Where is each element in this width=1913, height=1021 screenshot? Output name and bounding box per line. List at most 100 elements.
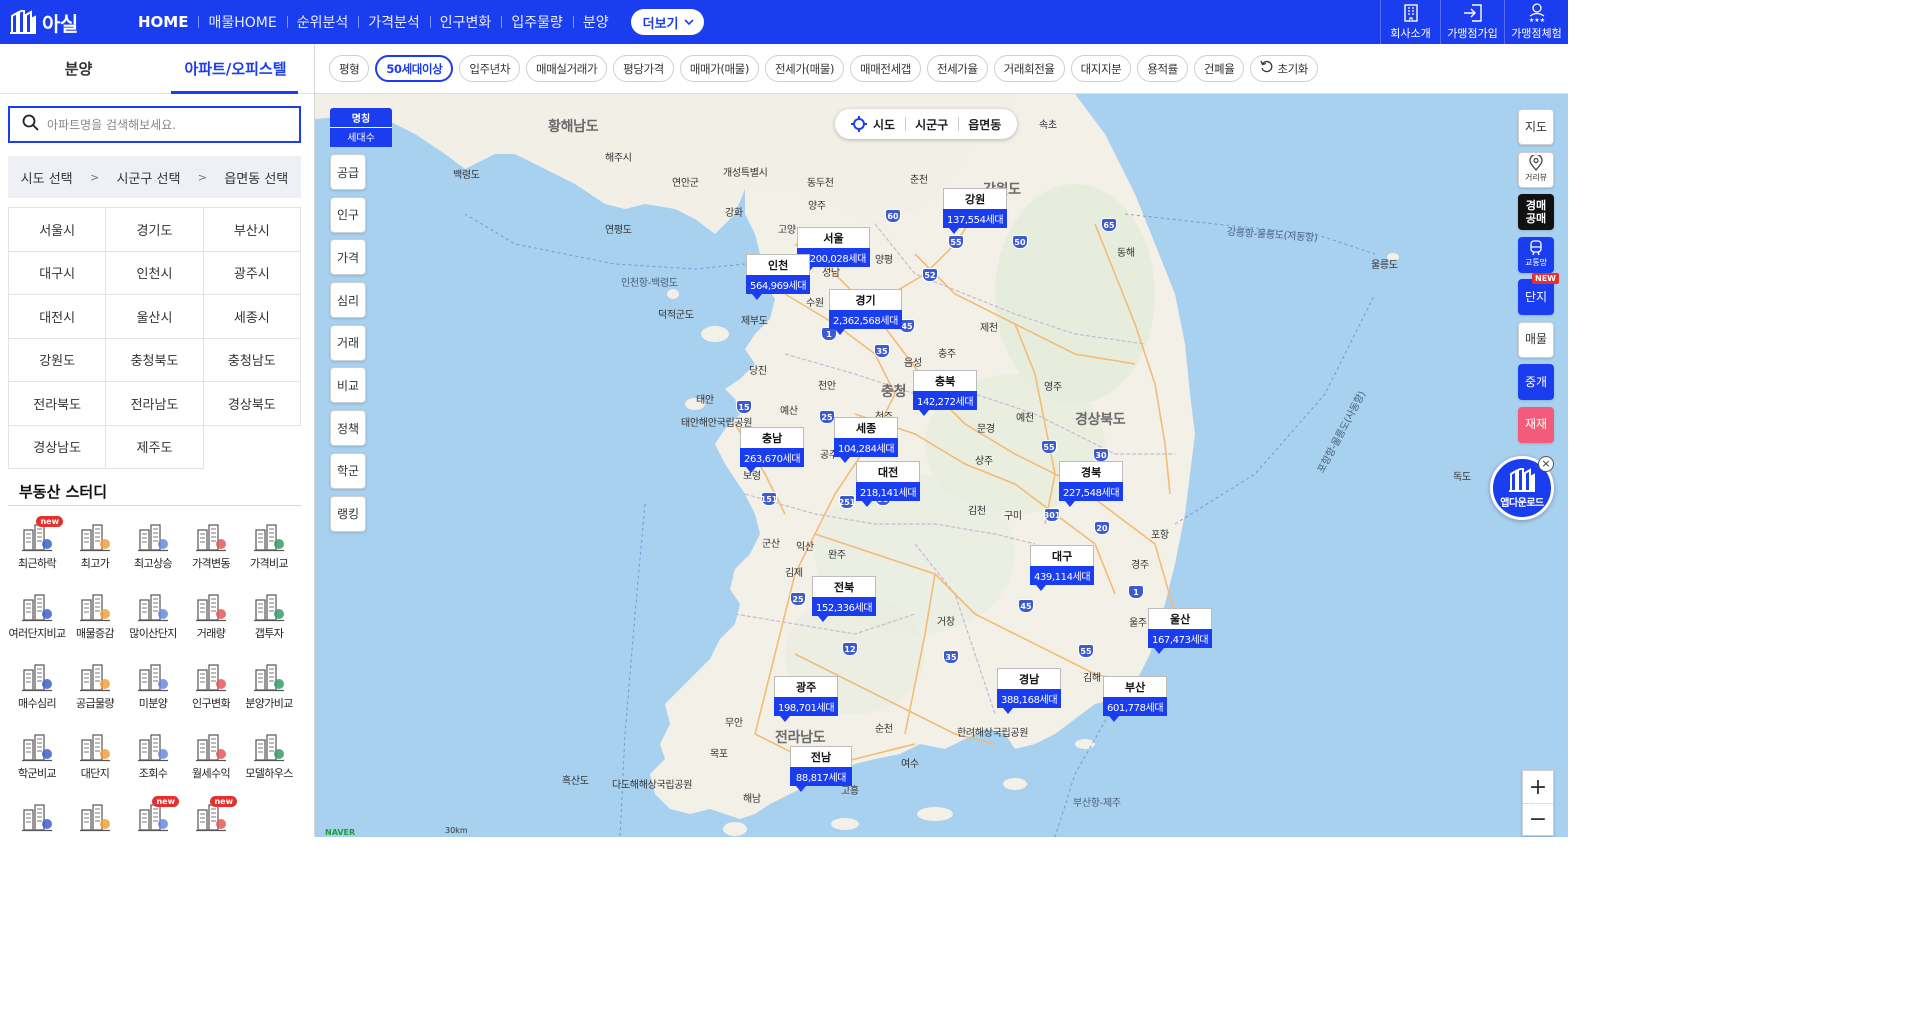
study-item[interactable]: 공급물량 — [66, 658, 124, 724]
study-item[interactable]: new 최근하락 — [8, 516, 66, 584]
filter-chip[interactable]: 50세대이상 — [375, 55, 454, 82]
level-eupmyeondong-button[interactable]: 읍면동 — [958, 109, 1011, 139]
nav-home[interactable]: HOME — [128, 13, 198, 31]
region-marker-daegu[interactable]: 대구 439,114세대 — [1030, 545, 1095, 591]
nav-presale[interactable]: 분양 — [572, 12, 619, 32]
filter-chip[interactable]: 매매전세갭 — [850, 55, 921, 82]
region-cell[interactable]: 대구시 — [9, 251, 107, 295]
brand-logo[interactable]: 아실 — [10, 8, 128, 37]
map-type-button[interactable]: 지도 — [1518, 109, 1554, 145]
close-icon[interactable]: × — [1538, 456, 1554, 472]
study-item[interactable]: 학군비교 — [8, 728, 66, 794]
study-item[interactable]: 모델하우스 — [240, 728, 298, 794]
region-cell[interactable]: 광주시 — [203, 251, 301, 295]
filter-chip[interactable]: 입주년차 — [459, 55, 521, 82]
nav-price-analysis[interactable]: 가격분석 — [358, 12, 430, 32]
region-cell[interactable]: 경상북도 — [203, 382, 301, 426]
region-marker-gyeongnam[interactable]: 경남 388,168세대 — [997, 668, 1062, 714]
complex-button[interactable]: NEW 단지 — [1518, 273, 1559, 315]
region-cell[interactable]: 대전시 — [9, 295, 107, 339]
franchise-join-link[interactable]: 가맹점가입 — [1440, 0, 1504, 44]
region-marker-gyeonggi[interactable]: 경기 2,362,568세대 — [829, 289, 902, 335]
filter-chip[interactable]: 대지지분 — [1070, 55, 1132, 82]
filter-chip[interactable]: 건폐율 — [1193, 55, 1245, 82]
franchise-trial-link[interactable]: ★★★ 가맹점체험 — [1504, 0, 1568, 44]
region-marker-sejong[interactable]: 세종 104,284세대 — [834, 417, 899, 463]
auction-button[interactable]: 경매 공매 — [1518, 194, 1554, 230]
tab-apartment-officetel[interactable]: 아파트/오피스텔 — [157, 44, 314, 94]
nav-population[interactable]: 인구변화 — [429, 12, 502, 32]
map-layer-button[interactable]: 비교 — [330, 367, 366, 404]
map-layer-button[interactable]: 학군 — [330, 452, 366, 489]
select-eupmyeondong[interactable]: 읍면동 선택 — [224, 168, 288, 187]
broker-button[interactable]: 중개 — [1518, 364, 1554, 400]
study-item[interactable]: 최고가 — [66, 518, 124, 584]
level-sido-button[interactable]: 시도 — [841, 109, 905, 139]
region-cell[interactable]: 서울시 — [9, 208, 107, 252]
filter-chip[interactable]: 평당가격 — [613, 55, 674, 82]
study-item[interactable]: 분양가비교 — [240, 658, 298, 724]
region-cell[interactable]: 전라남도 — [106, 382, 204, 426]
region-cell[interactable]: 충청북도 — [106, 338, 204, 382]
region-marker-ulsan[interactable]: 울산 167,473세대 — [1148, 608, 1213, 654]
region-marker-daejeon[interactable]: 대전 218,141세대 — [856, 461, 921, 507]
study-item[interactable]: 최고상승 — [124, 518, 182, 584]
listing-button[interactable]: 매물 — [1518, 321, 1554, 358]
study-item[interactable]: 월세수익 — [182, 728, 240, 794]
region-marker-jeonbuk[interactable]: 전북 152,336세대 — [812, 576, 877, 622]
study-item[interactable]: new — [182, 796, 240, 837]
study-item[interactable]: 가격변동 — [182, 518, 240, 584]
study-item[interactable]: 조회수 — [124, 728, 182, 794]
study-item[interactable]: 대단지 — [66, 728, 124, 794]
region-marker-gangwon[interactable]: 강원 137,554세대 — [943, 188, 1008, 234]
company-intro-link[interactable]: 회사소개 — [1380, 0, 1440, 44]
map-layer-button[interactable]: 인구 — [330, 196, 366, 233]
region-marker-busan[interactable]: 부산 601,778세대 — [1103, 676, 1168, 722]
region-cell[interactable]: 강원도 — [9, 338, 107, 382]
region-cell[interactable]: 울산시 — [106, 295, 204, 339]
study-item[interactable]: 가격비교 — [240, 518, 298, 584]
region-cell[interactable]: 충청남도 — [203, 338, 301, 382]
map-layer-button[interactable]: 정책 — [330, 410, 366, 447]
map-layer-button[interactable]: 심리 — [330, 282, 366, 319]
study-item[interactable] — [66, 798, 124, 837]
marker-legend[interactable]: 명칭 세대수 — [330, 108, 392, 147]
map-view[interactable]: 황해남도해주시백령도연안군개성특별시강화양주동두천춘천강원도속초연평도고양양평성… — [315, 94, 1568, 837]
region-marker-gyeongbuk[interactable]: 경북 227,548세대 — [1059, 461, 1124, 507]
study-item[interactable]: 거래량 — [182, 588, 240, 654]
nav-listing-home[interactable]: 매물HOME — [198, 12, 286, 32]
apartment-search-input[interactable] — [47, 117, 287, 132]
map-layer-button[interactable]: 랭킹 — [330, 495, 366, 532]
region-marker-incheon[interactable]: 인천 564,969세대 — [746, 254, 811, 300]
region-marker-jeonnam[interactable]: 전남 88,817세대 — [790, 746, 852, 792]
zoom-in-button[interactable]: + — [1523, 771, 1553, 803]
filter-chip[interactable]: 평형 — [329, 55, 370, 82]
nav-ranking[interactable]: 순위분석 — [286, 12, 359, 32]
zoom-out-button[interactable]: − — [1523, 803, 1553, 835]
region-cell[interactable]: 세종시 — [203, 295, 301, 339]
region-marker-chungbuk[interactable]: 충북 142,272세대 — [913, 370, 978, 416]
nav-supply[interactable]: 입주물량 — [501, 12, 573, 32]
region-cell[interactable]: 경상남도 — [9, 425, 107, 469]
study-item[interactable]: new — [124, 796, 182, 837]
study-item[interactable]: 미분양 — [124, 658, 182, 724]
study-item[interactable]: 매물증감 — [66, 588, 124, 654]
region-marker-gwangju[interactable]: 광주 198,701세대 — [774, 676, 839, 722]
more-dropdown-button[interactable]: 더보기 — [630, 9, 704, 35]
filter-chip[interactable]: 거래회전율 — [993, 55, 1065, 82]
filter-chip[interactable]: 전세가율 — [926, 55, 988, 82]
region-cell[interactable]: 제주도 — [106, 425, 204, 469]
filter-chip[interactable]: 매매가(매물) — [679, 55, 759, 82]
filter-chip[interactable]: 매매실거래가 — [526, 55, 608, 82]
redevelopment-button[interactable]: 재재 — [1518, 406, 1554, 443]
reset-filter-button[interactable]: 초기화 — [1250, 55, 1318, 82]
select-sido[interactable]: 시도 선택 — [21, 168, 73, 187]
level-sigungu-button[interactable]: 시군구 — [905, 109, 958, 139]
map-layer-button[interactable]: 거래 — [330, 324, 366, 361]
transit-button[interactable]: 교통망 — [1518, 236, 1554, 273]
study-item[interactable] — [8, 798, 66, 837]
filter-chip[interactable]: 용적률 — [1137, 55, 1188, 82]
region-cell[interactable]: 부산시 — [203, 208, 301, 252]
region-cell[interactable]: 경기도 — [106, 208, 204, 252]
street-view-button[interactable]: 거리뷰 — [1518, 151, 1554, 188]
